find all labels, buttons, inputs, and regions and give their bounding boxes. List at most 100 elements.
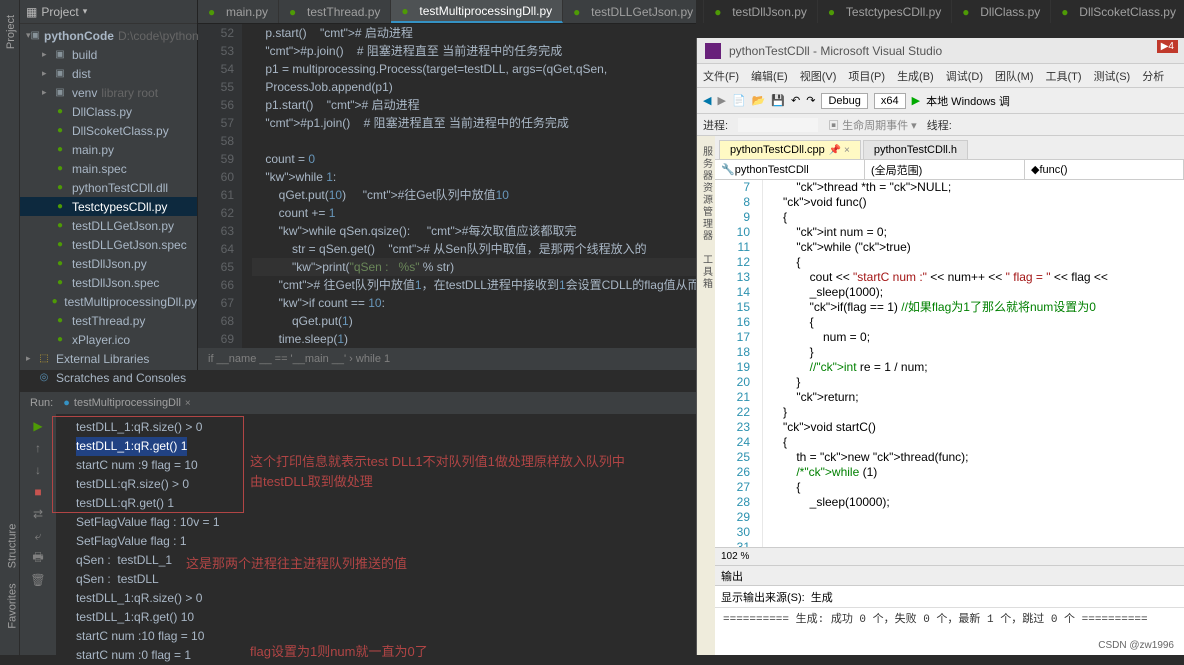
tree-folder-venv[interactable]: ▸▣venvlibrary root (20, 83, 197, 102)
editor-gutter: 525354555657585960616263646566676869 (198, 24, 242, 370)
editor-tab[interactable]: ●testDLLGetJson.py (563, 0, 704, 23)
tree-file[interactable]: ●DllScoketClass.py (20, 121, 197, 140)
close-icon[interactable]: × (185, 398, 191, 409)
vs-zoom-bar: 102 % (715, 547, 1184, 565)
tree-file[interactable]: ●pythonTestCDll.dll (20, 178, 197, 197)
editor-code[interactable]: p.start() "cmt"># 启动进程 "cmt">#p.join() #… (242, 24, 696, 370)
menu-item[interactable]: 视图(V) (800, 68, 837, 84)
editor-tab[interactable]: ●testDllJson.py (704, 0, 818, 23)
vs-code-content[interactable]: "ck">thread *th = "ck">NULL;"ck">void fu… (763, 180, 1184, 547)
nav-fwd-icon[interactable]: ▶ (717, 94, 725, 107)
tree-file[interactable]: ●testDLLGetJson.py (20, 216, 197, 235)
scope-global[interactable]: (全局范围) (865, 160, 1025, 179)
up-arrow-icon[interactable]: ↑ (30, 440, 46, 456)
tree-folder-build[interactable]: ▸▣build (20, 45, 197, 64)
tree-file[interactable]: ●testDllJson.py (20, 254, 197, 273)
scope-func[interactable]: ◆ func() (1025, 160, 1184, 179)
undo-icon[interactable]: ↶ (791, 94, 800, 107)
output-source-select[interactable]: 生成 (811, 589, 951, 605)
notification-badge[interactable]: ▶4 (1157, 40, 1178, 53)
editor-tab[interactable]: ●DllClass.py (952, 0, 1051, 23)
redo-icon[interactable]: ↷ (806, 94, 815, 107)
thread-label: 线程: (927, 117, 952, 133)
tree-file[interactable]: ●main.py (20, 140, 197, 159)
annotation-text: 这个打印信息就表示test DLL1不对队列值1做处理原样放入队列中 (250, 452, 625, 471)
editor-tab[interactable]: ●testMultiprocessingDll.py (391, 0, 563, 23)
menu-item[interactable]: 工具(T) (1046, 68, 1082, 84)
chevron-right-icon[interactable]: ▸ (42, 87, 52, 98)
zoom-level[interactable]: 102 % (721, 551, 749, 562)
tree-external-libs[interactable]: ▸⬚External Libraries (20, 349, 197, 368)
tree-file[interactable]: ●main.spec (20, 159, 197, 178)
library-icon: ⬚ (36, 352, 52, 366)
scratches-icon: ◎ (36, 371, 52, 385)
editor-tab[interactable]: ●testThread.py (279, 0, 391, 23)
menu-item[interactable]: 团队(M) (995, 68, 1034, 84)
folder-icon: ▣ (52, 67, 68, 81)
down-arrow-icon[interactable]: ↓ (30, 462, 46, 478)
chevron-right-icon[interactable]: ▸ (26, 353, 36, 364)
project-tool-label[interactable]: Project (5, 15, 17, 49)
config-select[interactable]: Debug (821, 93, 867, 109)
menu-item[interactable]: 文件(F) (703, 68, 739, 84)
save-icon[interactable]: 💾 (771, 94, 785, 107)
run-icon[interactable]: ▶ (912, 94, 920, 107)
tree-file[interactable]: ●DllClass.py (20, 102, 197, 121)
editor-tab[interactable]: ●TestctypesCDll.py (818, 0, 952, 23)
breadcrumb[interactable]: if __name __ == '__main __' › while 1 (198, 348, 696, 370)
python-icon: ● (573, 5, 587, 19)
chevron-down-icon[interactable]: ▾ (83, 6, 88, 17)
process-label: 进程: (703, 117, 728, 133)
menu-item[interactable]: 测试(S) (1094, 68, 1131, 84)
tree-file[interactable]: ●testDllJson.spec (20, 273, 197, 292)
nav-back-icon[interactable]: ◀ (703, 94, 711, 107)
menu-item[interactable]: 项目(P) (848, 68, 885, 84)
vs-debug-bar: 进程: ▣ 生命周期事件 ▾ 线程: (697, 114, 1184, 136)
process-select[interactable] (738, 118, 818, 132)
code-editor[interactable]: 525354555657585960616263646566676869 p.s… (198, 24, 696, 370)
project-panel: ▦ Project ▾ ▾ ▣ pythonCode D:\code\pytho… (20, 0, 198, 370)
filter-icon[interactable]: ⇄ (30, 506, 46, 522)
vs-editor-tab[interactable]: pythonTestCDll.cpp📌 × (719, 140, 861, 159)
run-icon[interactable]: ▶ (30, 418, 46, 434)
run-button[interactable]: 本地 Windows 调 (926, 93, 1010, 109)
chevron-right-icon[interactable]: ▸ (42, 68, 52, 79)
tree-file[interactable]: ●testThread.py (20, 311, 197, 330)
tree-scratches[interactable]: ◎Scratches and Consoles (20, 368, 197, 387)
watermark: CSDN @zw1996 (1098, 640, 1174, 651)
run-config-name[interactable]: testMultiprocessingDll (74, 397, 181, 409)
stop-icon[interactable]: ■ (30, 484, 46, 500)
vs-editor-tab[interactable]: pythonTestCDll.h (863, 140, 968, 159)
new-icon[interactable]: 📄 (732, 94, 746, 107)
editor-tab[interactable]: ●main.py (198, 0, 279, 23)
annotation-text: 由testDLL取到做处理 (250, 472, 373, 491)
print-icon[interactable]: 🖶 (30, 550, 46, 566)
tree-file[interactable]: ●testMultiprocessingDll.py (20, 292, 197, 311)
folder-icon: ▣ (52, 48, 68, 62)
menu-item[interactable]: 生成(B) (897, 68, 934, 84)
open-icon[interactable]: 📂 (752, 94, 766, 107)
project-tree: ▾ ▣ pythonCode D:\code\python ▸▣build ▸▣… (20, 24, 197, 389)
chevron-right-icon[interactable]: ▸ (42, 49, 52, 60)
file-icon: ● (52, 219, 68, 233)
tree-root[interactable]: ▾ ▣ pythonCode D:\code\python (20, 26, 197, 45)
tree-file[interactable]: ●TestctypesCDll.py (20, 197, 197, 216)
python-icon: ● (208, 5, 222, 19)
tree-file[interactable]: ●xPlayer.ico (20, 330, 197, 349)
editor-tab[interactable]: ●DllScoketClass.py (1051, 0, 1184, 23)
run-output[interactable]: 这个打印信息就表示test DLL1不对队列值1做处理原样放入队列中 由test… (56, 414, 696, 655)
trash-icon[interactable]: 🗑 (30, 572, 46, 588)
platform-select[interactable]: x64 (874, 93, 906, 109)
menu-item[interactable]: 分析 (1142, 68, 1164, 84)
wrap-icon[interactable]: ⤶ (30, 528, 46, 544)
pin-icon[interactable]: 📌 × (829, 145, 850, 156)
menu-item[interactable]: 调试(D) (946, 68, 983, 84)
favorites-tool-label[interactable]: Favorites (7, 583, 19, 628)
tree-folder-dist[interactable]: ▸▣dist (20, 64, 197, 83)
tree-file[interactable]: ●testDLLGetJson.spec (20, 235, 197, 254)
visual-studio-window: pythonTestCDll - Microsoft Visual Studio… (696, 38, 1184, 655)
scope-project[interactable]: 🔧 pythonTestCDll (715, 160, 865, 179)
menu-item[interactable]: 编辑(E) (751, 68, 788, 84)
vs-code-editor[interactable]: 7891011121314151617181920212223242526272… (715, 180, 1184, 547)
structure-tool-label[interactable]: Structure (6, 524, 18, 569)
